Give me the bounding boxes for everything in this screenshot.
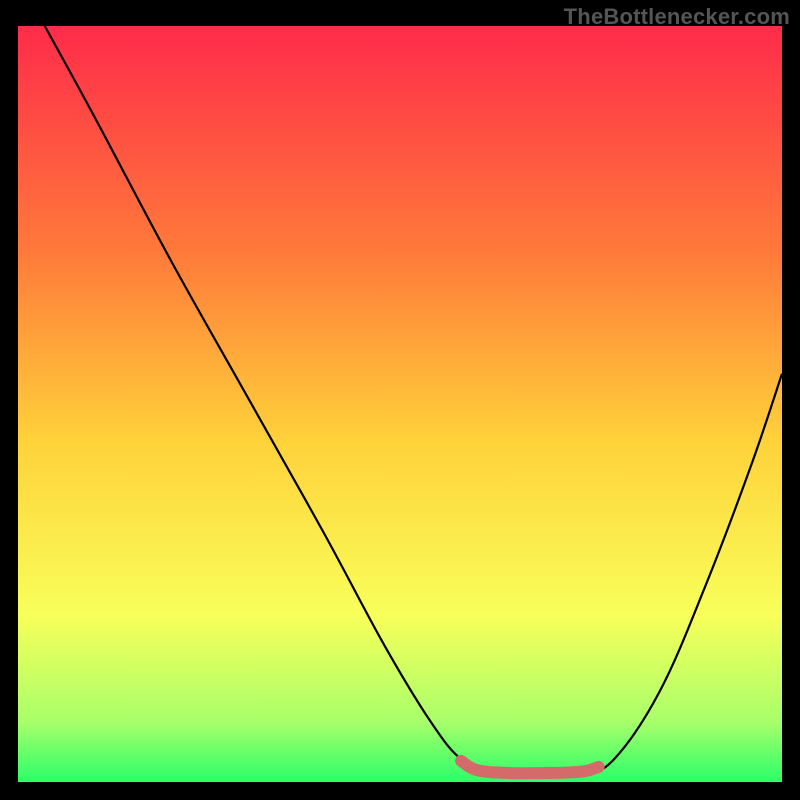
chart-frame (18, 26, 782, 782)
bottleneck-chart (18, 26, 782, 782)
gradient-background (18, 26, 782, 782)
